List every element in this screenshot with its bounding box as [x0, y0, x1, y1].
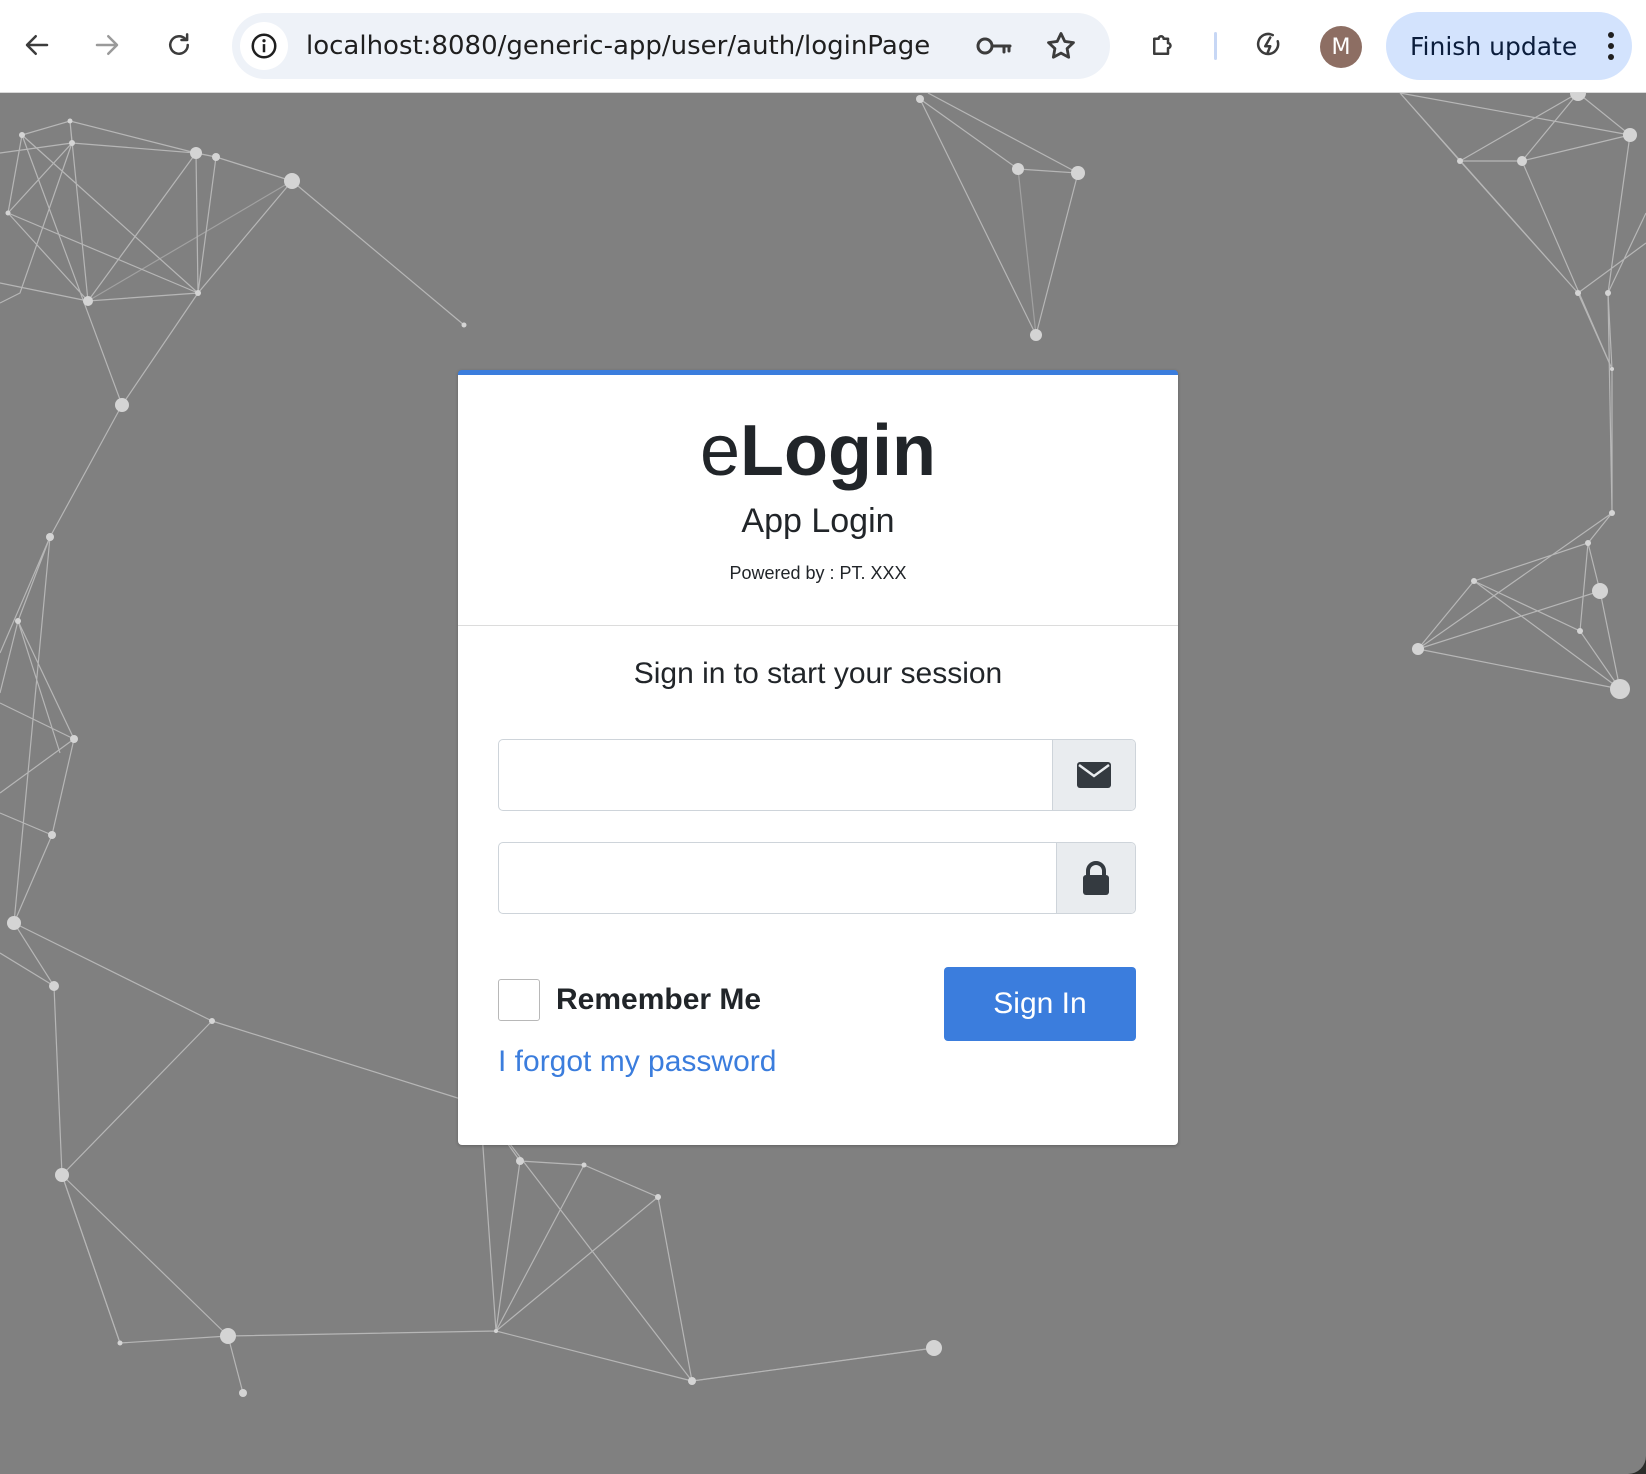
puzzle-icon — [1153, 35, 1172, 55]
arrow-left-icon — [25, 35, 49, 55]
arrow-right-icon — [95, 35, 119, 55]
password-input[interactable] — [499, 843, 1057, 913]
finish-update-label: Finish update — [1410, 31, 1578, 61]
star-icon[interactable] — [1044, 29, 1078, 63]
energy-saver-icon — [1256, 32, 1280, 56]
app-title: App Login — [741, 502, 895, 540]
finish-update-button[interactable]: Finish update — [1386, 12, 1632, 80]
login-box-message: Sign in to start your session — [633, 657, 1003, 690]
email-input-group — [498, 739, 1136, 811]
remember-me-label[interactable]: Remember Me — [556, 983, 761, 1017]
performance-button[interactable] — [1246, 22, 1292, 68]
password-input-group — [498, 842, 1136, 914]
key-icon[interactable] — [974, 31, 1014, 61]
toolbar-divider — [1214, 32, 1217, 60]
site-info-button[interactable] — [240, 22, 288, 70]
back-button[interactable] — [14, 22, 60, 68]
profile-avatar[interactable]: M — [1320, 26, 1362, 68]
remember-me-checkbox[interactable] — [498, 979, 540, 1021]
envelope-icon — [1077, 762, 1111, 788]
sign-in-button[interactable]: Sign In — [944, 967, 1136, 1041]
powered-by: Powered by : PT. XXX — [729, 563, 907, 583]
info-icon — [251, 33, 277, 59]
email-input[interactable] — [499, 740, 1053, 810]
lock-icon — [1083, 861, 1109, 895]
forward-button[interactable] — [84, 22, 130, 68]
password-addon — [1056, 843, 1135, 913]
brand-logo: eLogin — [458, 375, 1178, 491]
reload-icon — [169, 33, 189, 55]
browser-toolbar: localhost:8080/generic-app/user/auth/log… — [0, 0, 1646, 93]
url-text[interactable]: localhost:8080/generic-app/user/auth/log… — [306, 13, 930, 79]
login-card-header: eLogin App Login Powered by : PT. XXX — [458, 375, 1178, 626]
kebab-menu-icon — [1608, 32, 1614, 60]
remember-me: Remember Me — [498, 979, 761, 1021]
reload-button[interactable] — [156, 22, 202, 68]
brand-main: Login — [740, 411, 936, 491]
extensions-button[interactable] — [1140, 22, 1186, 68]
brand-prefix: e — [700, 411, 741, 491]
login-card: eLogin App Login Powered by : PT. XXX Si… — [458, 370, 1178, 1145]
page-content: eLogin App Login Powered by : PT. XXX Si… — [0, 93, 1646, 1474]
browser-window: localhost:8080/generic-app/user/auth/log… — [0, 0, 1646, 1474]
email-addon — [1052, 740, 1135, 810]
forgot-password-link[interactable]: I forgot my password — [498, 1045, 776, 1079]
address-bar[interactable]: localhost:8080/generic-app/user/auth/log… — [232, 13, 1110, 79]
